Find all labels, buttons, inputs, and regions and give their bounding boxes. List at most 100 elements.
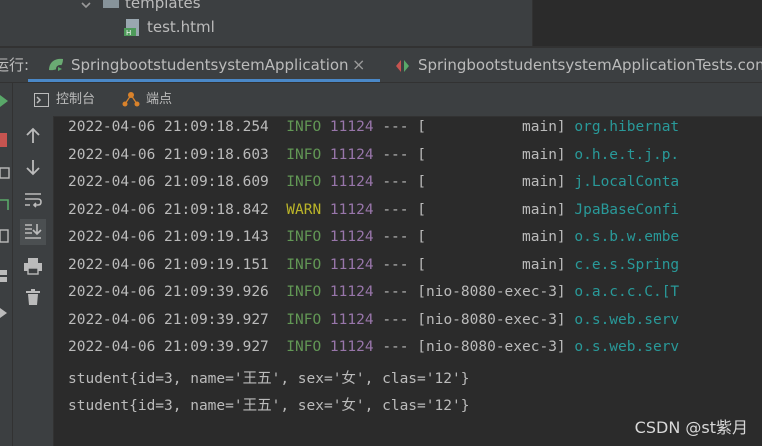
- soft-wrap-icon[interactable]: [22, 189, 44, 215]
- log-level: INFO: [286, 311, 322, 328]
- tree-item-test-html[interactable]: test.html: [147, 18, 215, 36]
- log-line: 2022-04-06 21:09:18.254 INFO 11124 --- […: [68, 119, 679, 135]
- log-pid: 11124: [329, 229, 374, 245]
- log-logger: c.e.s.Spring: [574, 256, 680, 273]
- log-pid: 11124: [329, 339, 374, 355]
- tree-item-templates[interactable]: templates: [125, 0, 201, 12]
- editor-area-edge: [532, 0, 762, 46]
- scroll-to-end-icon[interactable]: [20, 219, 46, 249]
- arrow-up-icon[interactable]: [22, 125, 44, 151]
- log-pid: 11124: [329, 284, 374, 300]
- expand-chevron-icon[interactable]: [80, 0, 92, 16]
- stdout-line: student{id=3, name='王五', sex='女', clas='…: [68, 370, 470, 387]
- tab-endpoints[interactable]: 端点: [146, 83, 172, 116]
- console-toolbar: 控制台 端点: [0, 83, 762, 117]
- log-timestamp: 2022-04-06 21:09:39.927: [68, 311, 269, 328]
- run-tab-tests[interactable]: SpringbootstudentsystemApplicationTests.…: [418, 48, 762, 82]
- console-tool-strip: [13, 116, 54, 446]
- log-level: INFO: [286, 284, 322, 300]
- log-separator: ---: [382, 339, 409, 355]
- log-separator: ---: [382, 256, 409, 273]
- log-timestamp: 2022-04-06 21:09:19.143: [68, 229, 269, 245]
- log-thread: [ main]: [417, 201, 566, 218]
- log-separator: ---: [382, 201, 409, 218]
- folder-icon: [102, 0, 120, 13]
- log-level: INFO: [286, 256, 322, 273]
- log-line: 2022-04-06 21:09:18.603 INFO 11124 --- […: [68, 147, 679, 163]
- log-thread: [ main]: [417, 256, 566, 273]
- html-file-icon: H: [124, 18, 142, 42]
- log-thread: [ main]: [417, 174, 566, 190]
- log-level: INFO: [286, 174, 322, 190]
- log-line: 2022-04-06 21:09:18.842 WARN 11124 --- […: [68, 202, 679, 218]
- camera-icon[interactable]: [0, 165, 10, 184]
- log-level: INFO: [286, 146, 322, 163]
- print-icon[interactable]: [22, 255, 44, 281]
- log-timestamp: 2022-04-06 21:09:39.927: [68, 339, 269, 355]
- grid-icon[interactable]: [0, 268, 10, 287]
- log-timestamp: 2022-04-06 21:09:18.254: [68, 119, 269, 135]
- log-line: 2022-04-06 21:09:39.927 INFO 11124 --- […: [68, 339, 679, 355]
- log-timestamp: 2022-04-06 21:09:18.842: [68, 201, 269, 218]
- log-thread: [nio-8080-exec-3]: [417, 311, 566, 328]
- close-tab-icon[interactable]: ×: [352, 48, 365, 82]
- log-logger: o.a.c.c.C.[T: [574, 284, 680, 300]
- spring-run-icon: [46, 56, 66, 78]
- log-logger: o.s.b.w.embe: [574, 229, 680, 245]
- log-level: INFO: [286, 119, 322, 135]
- log-logger: JpaBaseConfi: [574, 201, 680, 218]
- log-pid: 11124: [329, 119, 374, 135]
- run-label: 运行:: [0, 56, 30, 74]
- test-run-icon: [395, 58, 411, 77]
- svg-text:H: H: [126, 29, 131, 37]
- log-thread: [ main]: [417, 229, 566, 245]
- run-tab-application[interactable]: SpringbootstudentsystemApplication: [71, 48, 349, 82]
- restore-layout-icon[interactable]: [0, 196, 10, 216]
- log-thread: [ main]: [417, 119, 566, 135]
- endpoints-icon: [122, 91, 140, 111]
- log-thread: [nio-8080-exec-3]: [417, 284, 566, 300]
- log-line: 2022-04-06 21:09:19.151 INFO 11124 --- […: [68, 257, 679, 273]
- log-logger: j.LocalConta: [574, 174, 680, 190]
- stop-icon[interactable]: [0, 132, 8, 151]
- log-level: INFO: [286, 339, 322, 355]
- rerun-icon[interactable]: [0, 93, 10, 113]
- log-logger: org.hibernat: [574, 119, 680, 135]
- log-separator: ---: [382, 119, 409, 135]
- stdout-line: student{id=3, name='王五', sex='女', clas='…: [68, 398, 470, 414]
- log-timestamp: 2022-04-06 21:09:18.609: [68, 174, 269, 190]
- log-timestamp: 2022-04-06 21:09:39.926: [68, 284, 269, 300]
- layout-icon[interactable]: [0, 228, 10, 247]
- log-logger: o.s.web.serv: [574, 311, 680, 328]
- console-icon: [34, 92, 49, 111]
- log-thread: [ main]: [417, 146, 566, 163]
- log-separator: ---: [382, 229, 409, 245]
- log-pid: 11124: [329, 174, 374, 190]
- log-pid: 11124: [329, 146, 374, 163]
- log-line: 2022-04-06 21:09:39.926 INFO 11124 --- […: [68, 284, 679, 300]
- active-tab-indicator: [28, 79, 380, 82]
- log-pid: 11124: [329, 311, 374, 328]
- tab-console[interactable]: 控制台: [56, 83, 95, 116]
- pin-icon[interactable]: [0, 305, 10, 324]
- run-tool-window-header: 运行: SpringbootstudentsystemApplication ×…: [0, 48, 762, 83]
- log-timestamp: 2022-04-06 21:09:19.151: [68, 256, 269, 273]
- log-separator: ---: [382, 311, 409, 328]
- log-line: 2022-04-06 21:09:19.143 INFO 11124 --- […: [68, 229, 679, 245]
- log-line: 2022-04-06 21:09:39.927 INFO 11124 --- […: [68, 312, 679, 328]
- console-output[interactable]: 2022-04-06 21:09:18.254 INFO 11124 --- […: [54, 117, 762, 446]
- log-logger: o.s.web.serv: [574, 339, 680, 355]
- log-level: WARN: [286, 201, 322, 218]
- log-separator: ---: [382, 146, 409, 163]
- outer-tool-strip: [0, 83, 13, 446]
- log-logger: o.h.e.t.j.p.: [574, 146, 680, 163]
- log-pid: 11124: [329, 256, 374, 273]
- log-pid: 11124: [329, 201, 374, 218]
- log-level: INFO: [286, 229, 322, 245]
- arrow-down-icon[interactable]: [22, 157, 44, 183]
- log-line: 2022-04-06 21:09:18.609 INFO 11124 --- […: [68, 174, 679, 190]
- trash-icon[interactable]: [22, 286, 44, 312]
- log-separator: ---: [382, 174, 409, 190]
- log-timestamp: 2022-04-06 21:09:18.603: [68, 146, 269, 163]
- log-separator: ---: [382, 284, 409, 300]
